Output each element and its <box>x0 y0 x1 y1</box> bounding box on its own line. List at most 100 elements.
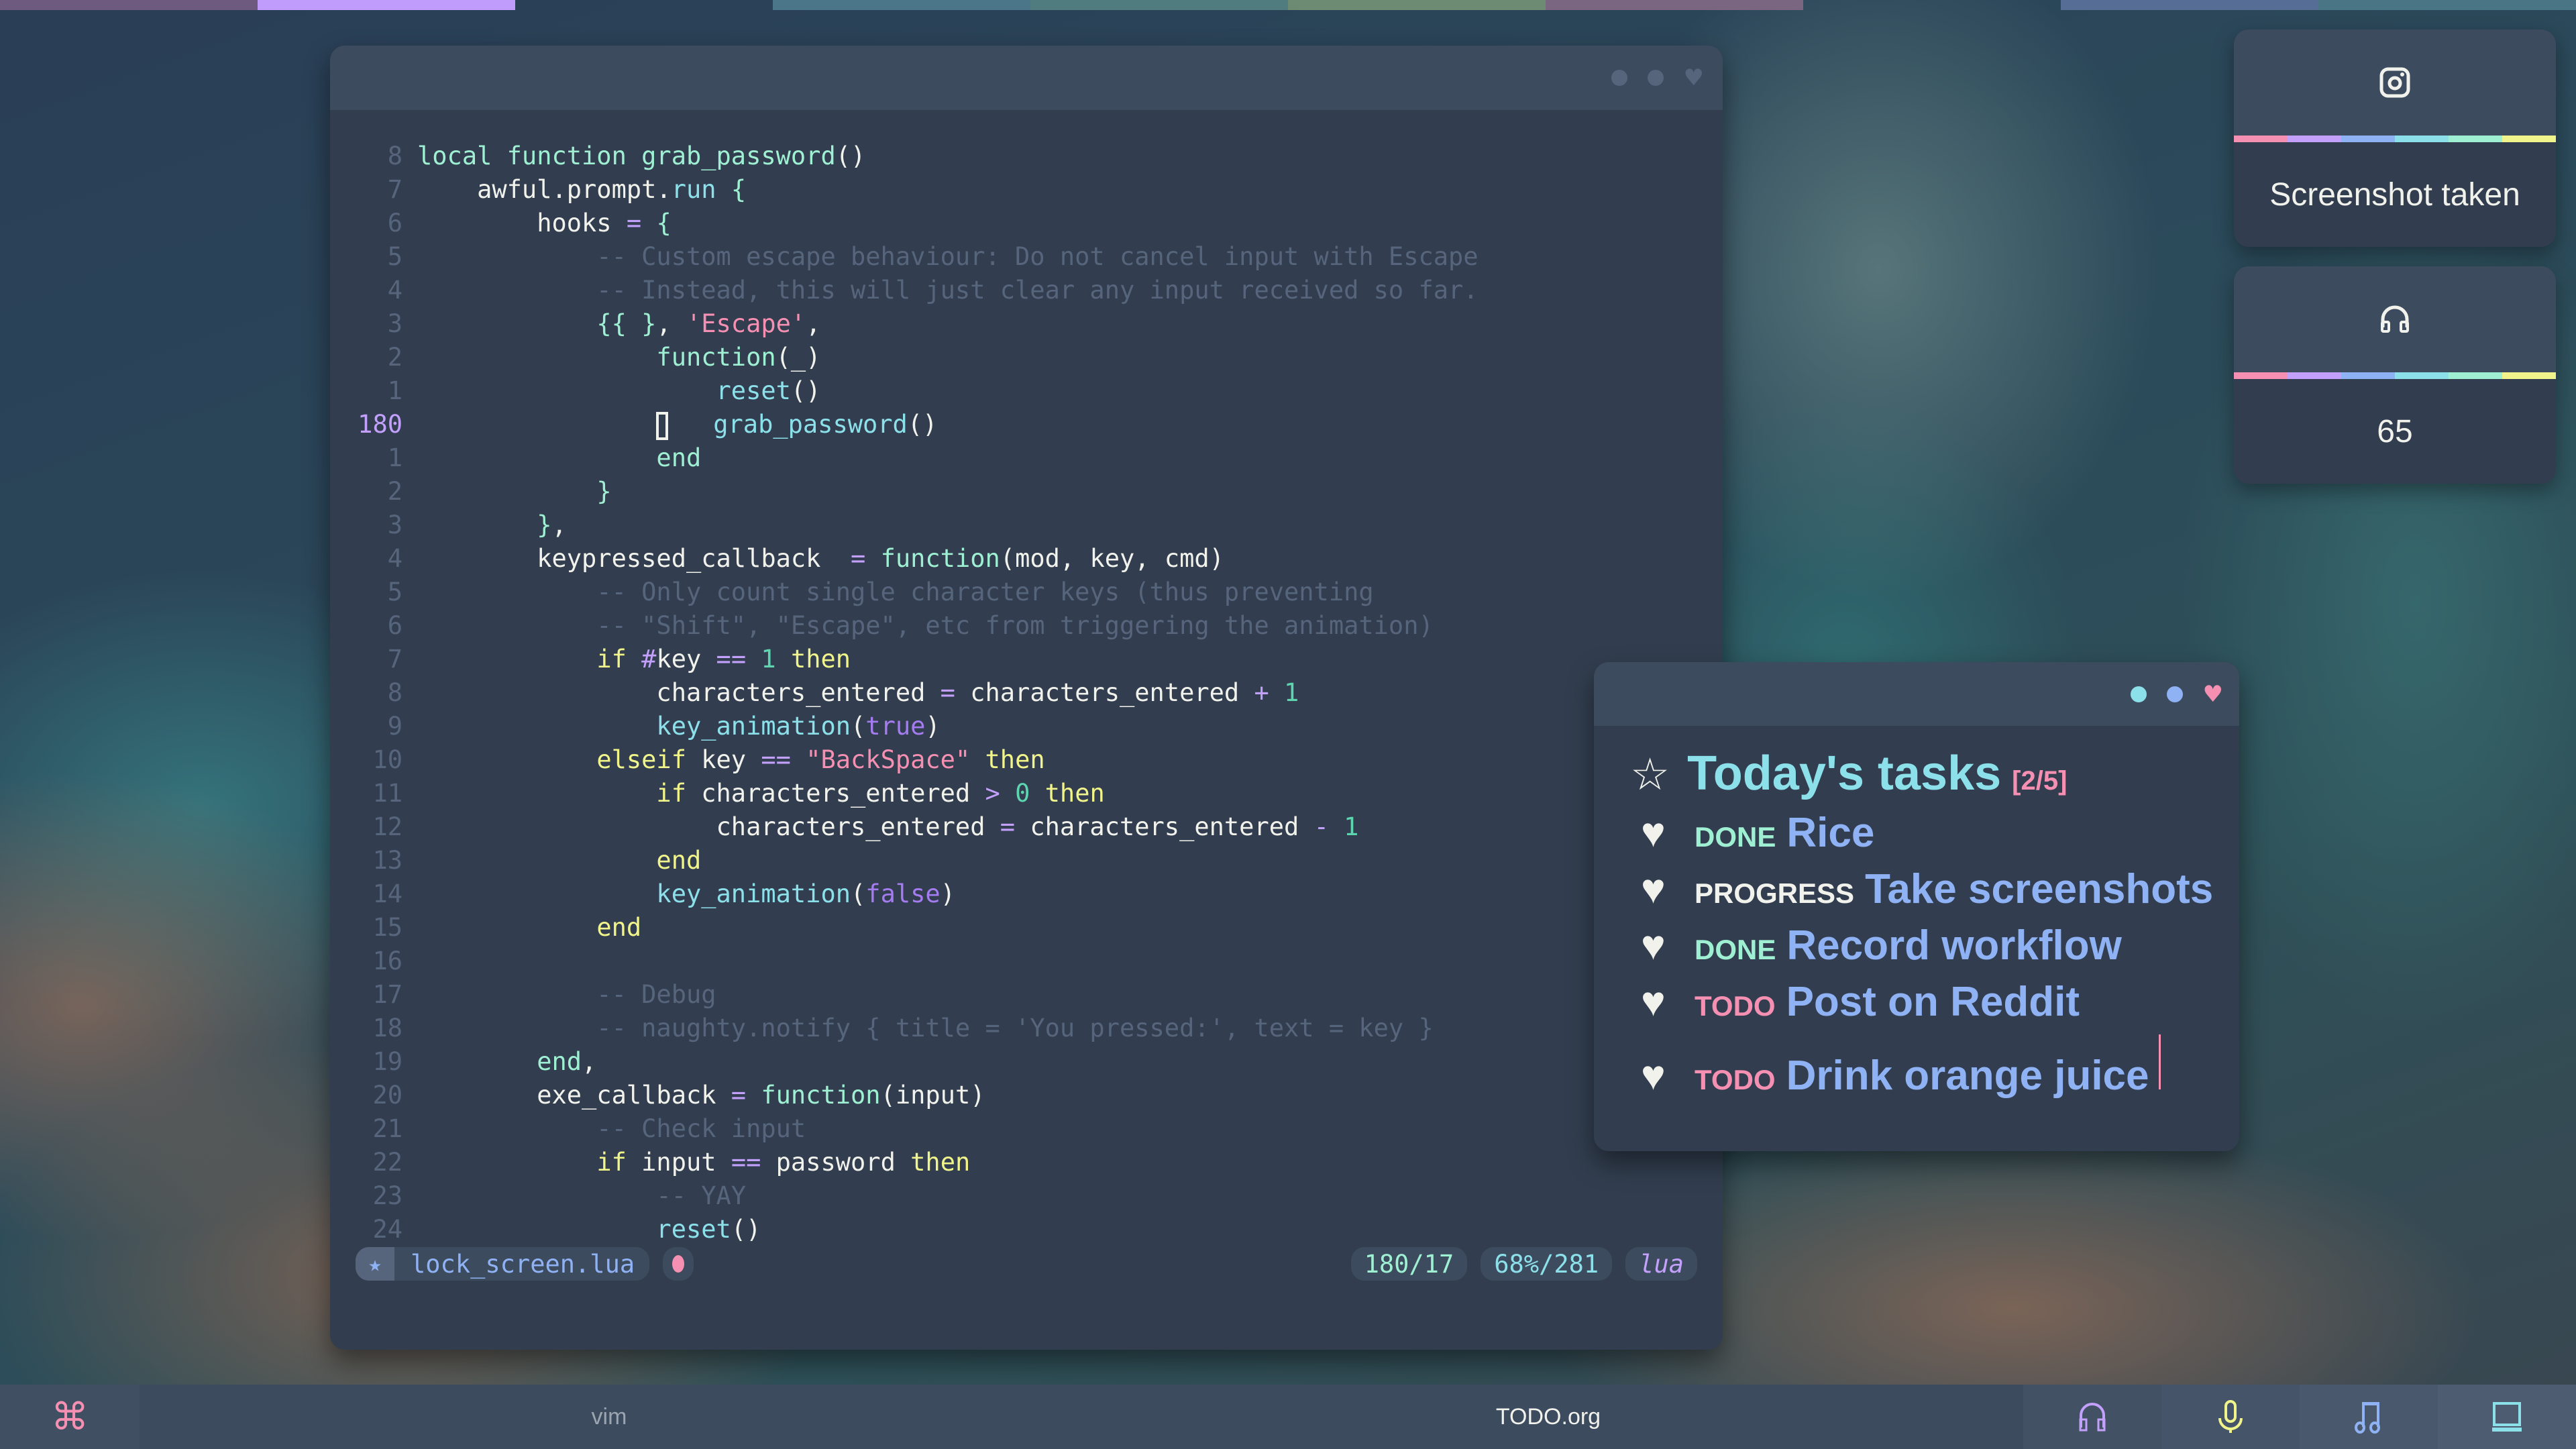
code-line[interactable]: 2 } <box>330 475 1723 508</box>
code-line[interactable]: 1 reset() <box>330 374 1723 408</box>
todo-item[interactable]: ♥ DONE Record workflow <box>1630 922 2239 978</box>
notification-volume[interactable]: 65 <box>2234 266 2556 484</box>
code-line[interactable]: 4 keypressed_callback = function(mod, ke… <box>330 542 1723 576</box>
code-line[interactable]: 4 -- Instead, this will just clear any i… <box>330 274 1723 307</box>
code-text: reset() <box>716 376 821 405</box>
code-line[interactable]: 17 -- Debug <box>330 978 1723 1012</box>
todo-title-text: Today's tasks <box>1687 747 2002 800</box>
workspace-tag[interactable] <box>1030 0 1288 10</box>
heart-bullet-icon: ♥ <box>1641 1053 1666 1099</box>
workspace-tag-active[interactable] <box>258 0 515 10</box>
workspace-tag[interactable] <box>2061 0 2318 10</box>
task-label: vim <box>591 1403 627 1430</box>
todo-content[interactable]: ☆ Today's tasks [2/5] ♥ DONE Rice ♥ PROGRESS… <box>1594 726 2239 1099</box>
code-line[interactable]: 8 local function grab_password() <box>330 140 1723 173</box>
code-line[interactable]: 18 -- naughty.notify { title = 'You pres… <box>330 1012 1723 1045</box>
code-text: -- Check input <box>417 1114 806 1143</box>
code-line[interactable]: 12 characters_entered = characters_enter… <box>330 810 1723 844</box>
code-text: -- Only count single character keys (thu… <box>417 578 1374 606</box>
code-line[interactable]: 23 -- YAY <box>330 1179 1723 1213</box>
code-text: }, <box>537 511 567 539</box>
workspace-tag[interactable] <box>2318 0 2576 10</box>
todo-item[interactable]: ♥ PROGRESS Take screenshots <box>1630 865 2239 922</box>
line-number: 13 <box>372 846 402 875</box>
minimize-dot-icon[interactable] <box>1611 70 1627 86</box>
task-todo-org[interactable]: TODO.org <box>1079 1385 2018 1449</box>
filename-pill: ★ lock_screen.lua <box>356 1247 650 1281</box>
workspace-tag[interactable] <box>515 0 773 10</box>
code-text: if input == password then <box>596 1148 971 1177</box>
workspace-tag[interactable] <box>773 0 1030 10</box>
code-line[interactable]: 5 -- Only count single character keys (t… <box>330 576 1723 609</box>
line-number: 4 <box>387 276 402 305</box>
tray-display[interactable] <box>2438 1385 2576 1449</box>
todo-item[interactable]: ♥ TODO Drink orange juice <box>1630 1034 2239 1099</box>
code-line[interactable]: 6 hooks = { <box>330 207 1723 240</box>
code-line[interactable]: 22 if input == password then <box>330 1146 1723 1179</box>
notification-screenshot[interactable]: Screenshot taken <box>2234 30 2556 247</box>
task-vim[interactable]: vim <box>140 1385 1079 1449</box>
code-line[interactable]: 8 characters_entered = characters_entere… <box>330 676 1723 710</box>
todo-progress-count: [2/5] <box>2012 766 2068 796</box>
maximize-dot-icon[interactable] <box>1647 70 1664 86</box>
volume-level: 65 <box>2377 413 2413 449</box>
code-line[interactable]: 14 key_animation(false) <box>330 877 1723 911</box>
music-note-icon <box>2355 1402 2380 1434</box>
workspace-bar <box>0 0 2576 10</box>
code-line[interactable]: 3 {{ }, 'Escape', <box>330 307 1723 341</box>
editor-titlebar[interactable]: ♥ <box>330 46 1723 110</box>
code-line[interactable]: 1 end <box>330 441 1723 475</box>
todo-titlebar[interactable]: ♥ <box>1594 662 2239 726</box>
microphone-icon <box>2218 1400 2243 1433</box>
minimize-dot-icon[interactable] <box>2130 686 2147 702</box>
close-heart-icon[interactable]: ♥ <box>2203 683 2223 706</box>
line-number: 3 <box>387 309 402 338</box>
code-line[interactable]: 7 if #key == 1 then <box>330 643 1723 676</box>
tray-headphones[interactable] <box>2023 1385 2161 1449</box>
vim-editor-window[interactable]: ♥ 8 local function grab_password() 7 awful… <box>330 46 1723 1350</box>
line-number: 19 <box>372 1047 402 1076</box>
launcher-button[interactable]: ⌘ <box>0 1385 140 1449</box>
code-line[interactable]: 2 function(_) <box>330 341 1723 374</box>
line-number: 1 <box>387 376 402 405</box>
code-line[interactable]: 20 exe_callback = function(input) <box>330 1079 1723 1112</box>
code-line[interactable]: 9 key_animation(true) <box>330 710 1723 743</box>
rainbow-segment <box>2502 372 2556 379</box>
code-line[interactable]: 11 if characters_entered > 0 then <box>330 777 1723 810</box>
workspace-tag[interactable] <box>1288 0 1546 10</box>
line-number: 8 <box>387 678 402 707</box>
code-text: if characters_entered > 0 then <box>656 779 1105 808</box>
text-cursor <box>656 411 669 440</box>
workspace-tag[interactable] <box>1803 0 2061 10</box>
code-line[interactable]: 16 <box>330 945 1723 978</box>
code-line[interactable]: 3 }, <box>330 508 1723 542</box>
todo-window[interactable]: ♥ ☆ Today's tasks [2/5] ♥ DONE Rice ♥ PROGRE… <box>1594 662 2239 1151</box>
tray-microphone[interactable] <box>2161 1385 2300 1449</box>
code-line[interactable]: 6 -- "Shift", "Escape", etc from trigger… <box>330 609 1723 643</box>
todo-item[interactable]: ♥ DONE Rice <box>1630 809 2239 865</box>
code-line[interactable]: 24 reset() <box>330 1213 1723 1246</box>
code-line[interactable]: 7 awful.prompt.run { <box>330 173 1723 207</box>
close-heart-icon[interactable]: ♥ <box>1684 66 1704 89</box>
code-line[interactable]: 21 -- Check input <box>330 1112 1723 1146</box>
tray-music[interactable] <box>2300 1385 2438 1449</box>
line-number: 7 <box>387 645 402 674</box>
code-line[interactable]: 15 end <box>330 911 1723 945</box>
code-text: awful.prompt.run { <box>417 175 747 204</box>
code-line[interactable]: 19 end, <box>330 1045 1723 1079</box>
code-line[interactable]: 5 -- Custom escape behaviour: Do not can… <box>330 240 1723 274</box>
line-number: 6 <box>387 611 402 640</box>
workspace-tag[interactable] <box>0 0 258 10</box>
todo-item[interactable]: ♥ TODO Post on Reddit <box>1630 978 2239 1034</box>
code-line[interactable]: 10 elseif key == "BackSpace" then <box>330 743 1723 777</box>
star-outline-icon: ☆ <box>1630 749 1670 799</box>
code-text: reset() <box>656 1215 761 1244</box>
scroll-percent: 68%/281 <box>1481 1247 1613 1281</box>
workspace-tag[interactable] <box>1546 0 1803 10</box>
cursor-position: 180/17 <box>1350 1247 1468 1281</box>
code-buffer[interactable]: 8 local function grab_password() 7 awful.p… <box>330 140 1723 1246</box>
maximize-dot-icon[interactable] <box>2166 686 2183 702</box>
code-line-current[interactable]: 180 grab_password() <box>330 408 1723 441</box>
code-line[interactable]: 13 end <box>330 844 1723 877</box>
line-number: 18 <box>372 1014 402 1042</box>
